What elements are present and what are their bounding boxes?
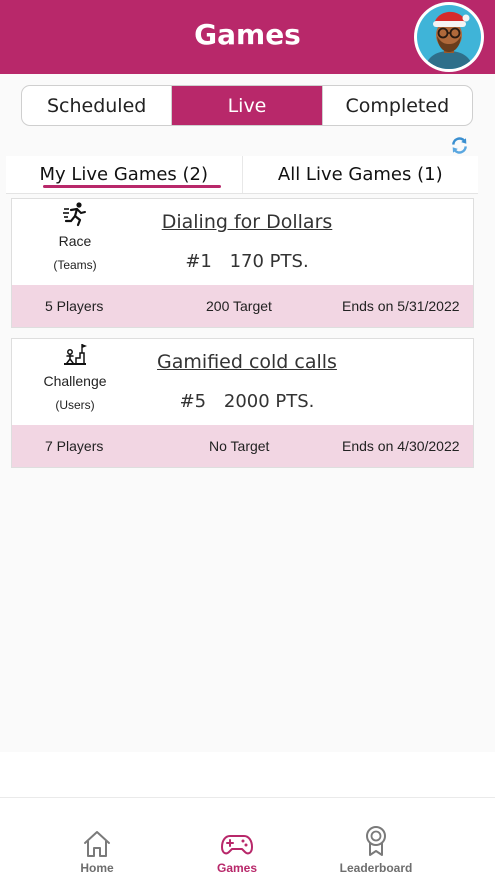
runner-icon <box>62 201 88 227</box>
challenge-icon <box>62 341 88 367</box>
tab-my-live-games-label: My Live Games (2) <box>39 164 209 185</box>
game-type-scope: (Users) <box>55 398 95 412</box>
rank-points: #1 170 PTS. <box>138 251 356 272</box>
nav-games[interactable]: Games <box>197 798 277 878</box>
avatar[interactable] <box>414 2 484 72</box>
award-icon <box>363 826 389 859</box>
game-card[interactable]: Race (Teams) Dialing for Dollars #1 170 … <box>11 198 474 328</box>
game-type-scope: (Teams) <box>53 258 97 272</box>
card-footer: 7 Players No Target Ends on 4/30/2022 <box>12 425 473 467</box>
rank: #1 <box>185 251 212 272</box>
nav-leaderboard[interactable]: Leaderboard <box>326 798 426 878</box>
app-header: Games <box>0 0 495 74</box>
rank-points: #5 2000 PTS. <box>138 391 356 412</box>
rank: #5 <box>179 391 207 412</box>
home-icon <box>82 829 112 859</box>
nav-leaderboard-label: Leaderboard <box>339 861 413 875</box>
game-title-link[interactable]: Gamified cold calls <box>138 351 356 373</box>
segment-live[interactable]: Live <box>172 86 323 125</box>
target: 200 Target <box>206 298 272 314</box>
refresh-icon[interactable] <box>450 136 469 155</box>
nav-home-label: Home <box>80 861 114 875</box>
game-type-label: Race <box>58 233 92 249</box>
end-date: Ends on 4/30/2022 <box>342 438 460 454</box>
main-content: Scheduled Live Completed My Live Games (… <box>0 74 495 752</box>
bottom-navigation: Home Games Leaderboard <box>0 797 495 878</box>
end-date: Ends on 5/31/2022 <box>342 298 460 314</box>
target: No Target <box>209 438 270 454</box>
card-footer: 5 Players 200 Target Ends on 5/31/2022 <box>12 285 473 327</box>
game-card[interactable]: Challenge (Users) Gamified cold calls #5… <box>11 338 474 468</box>
game-type-label: Challenge <box>43 373 107 389</box>
game-type: Challenge (Users) <box>12 339 138 425</box>
players-count: 7 Players <box>45 438 104 454</box>
game-type: Race (Teams) <box>12 199 138 285</box>
gamepad-icon <box>221 829 253 859</box>
game-title-link[interactable]: Dialing for Dollars <box>138 211 356 233</box>
live-games-tabs: My Live Games (2) All Live Games (1) <box>6 156 478 194</box>
tab-all-live-games[interactable]: All Live Games (1) <box>243 156 479 193</box>
points: 170 PTS. <box>229 251 309 272</box>
status-segmented-control: Scheduled Live Completed <box>21 85 473 126</box>
players-count: 5 Players <box>45 298 104 314</box>
segment-completed[interactable]: Completed <box>323 86 472 125</box>
points: 2000 PTS. <box>223 391 315 412</box>
active-tab-indicator <box>43 185 221 188</box>
segment-scheduled[interactable]: Scheduled <box>22 86 173 125</box>
nav-games-label: Games <box>216 861 258 875</box>
tab-all-live-games-label: All Live Games (1) <box>277 164 443 185</box>
tab-my-live-games[interactable]: My Live Games (2) <box>6 156 243 193</box>
avatar-image <box>417 5 481 69</box>
nav-home[interactable]: Home <box>57 798 137 878</box>
